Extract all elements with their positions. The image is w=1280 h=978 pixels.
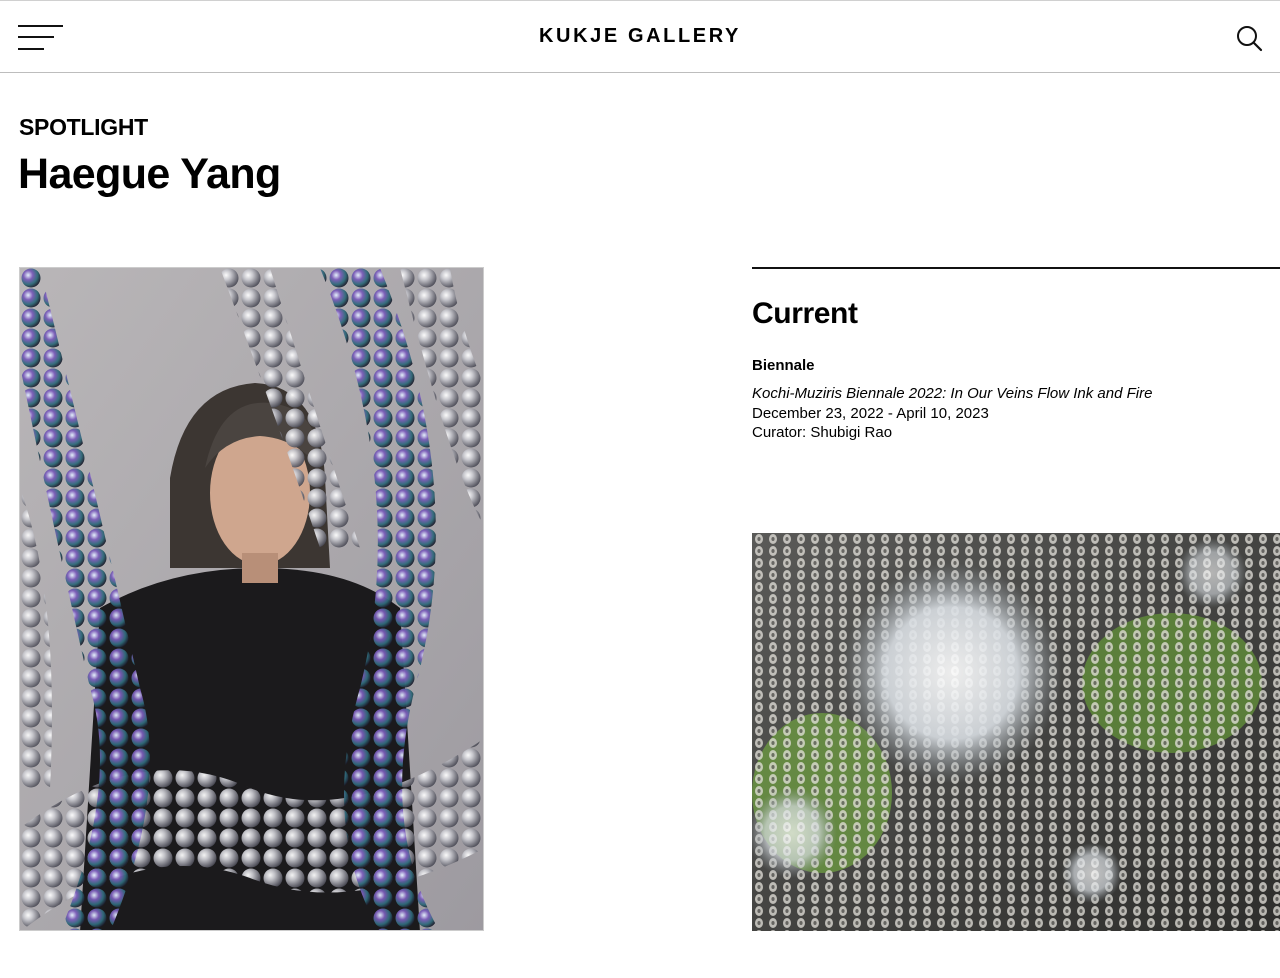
search-icon[interactable] <box>1235 24 1263 52</box>
section-divider <box>752 267 1280 269</box>
artist-name: Haegue Yang <box>18 150 281 198</box>
exhibition-curator: Curator: Shubigi Rao <box>752 424 893 441</box>
section-label: SPOTLIGHT <box>19 114 148 140</box>
brand-logo[interactable]: KUKJE GALLERY <box>0 25 1280 48</box>
exhibition-category: Biennale <box>752 357 815 374</box>
current-heading: Current <box>752 297 858 330</box>
exhibition-dates: December 23, 2022 - April 10, 2023 <box>752 405 989 422</box>
exhibition-artwork-image[interactable] <box>752 533 1280 931</box>
exhibition-title-link[interactable]: Kochi-Muziris Biennale 2022: In Our Vein… <box>752 385 1152 402</box>
brand-link[interactable]: KUKJE GALLERY <box>539 25 741 47</box>
artist-portrait-image[interactable] <box>19 267 484 931</box>
top-navigation-bar: KUKJE GALLERY <box>0 0 1280 73</box>
